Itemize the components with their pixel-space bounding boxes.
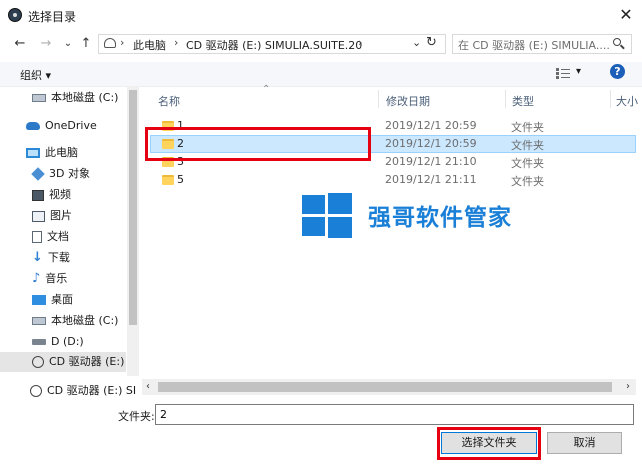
3d-objects-icon	[31, 167, 45, 181]
chevron-right-icon[interactable]: ›	[120, 36, 124, 49]
view-options-icon[interactable]	[556, 68, 570, 79]
sidebar-item-local-disk-c-2[interactable]: 本地磁盘 (C:)	[32, 311, 118, 331]
sort-ascending-icon: ⌃	[262, 84, 271, 95]
command-bar	[0, 62, 642, 87]
file-date: 2019/12/1 20:59	[385, 137, 477, 150]
scroll-left-icon[interactable]: ‹	[146, 381, 150, 392]
sidebar-item-cd-drive[interactable]: CD 驱动器 (E:) S	[0, 352, 126, 372]
close-icon[interactable]: ✕	[616, 5, 636, 25]
column-divider[interactable]	[610, 90, 611, 108]
breadcrumb-cd-drive[interactable]: CD 驱动器 (E:) SIMULIA.SUITE.20	[186, 37, 362, 53]
chevron-right-icon[interactable]: ›	[358, 36, 362, 49]
sidebar-item-this-pc[interactable]: 此电脑	[26, 143, 78, 163]
download-icon: ↓	[32, 250, 43, 265]
sidebar-item-pictures[interactable]: 图片	[32, 206, 72, 226]
cd-drive-icon	[104, 38, 116, 48]
sidebar-item-onedrive[interactable]: OneDrive	[26, 116, 97, 136]
column-header-size[interactable]: 大小	[616, 93, 638, 109]
video-icon	[32, 189, 44, 201]
onedrive-icon	[26, 122, 40, 130]
cancel-button[interactable]: 取消	[547, 432, 622, 454]
column-header-name[interactable]: 名称	[158, 93, 180, 109]
file-name: 5	[177, 173, 184, 186]
folder-icon	[162, 175, 174, 185]
sidebar-item-documents[interactable]: 文档	[32, 227, 69, 247]
breadcrumb-this-pc[interactable]: 此电脑	[133, 37, 166, 53]
up-button[interactable]: ↑	[78, 36, 94, 52]
refresh-icon[interactable]: ↻	[426, 35, 437, 50]
watermark-text: 强哥软件管家	[368, 205, 512, 231]
drive-icon	[32, 317, 46, 325]
column-header-type[interactable]: 类型	[512, 93, 534, 109]
organize-menu[interactable]: 组织 ▾	[20, 67, 51, 83]
sidebar-item-music[interactable]: ♪ 音乐	[32, 269, 67, 289]
sidebar-item-d-drive[interactable]: D (D:)	[32, 332, 84, 352]
app-icon	[8, 8, 22, 22]
file-type: 文件夹	[511, 157, 544, 170]
sidebar-scrollbar-thumb[interactable]	[129, 90, 137, 325]
back-button[interactable]: ←	[12, 36, 28, 52]
scroll-right-icon[interactable]: ›	[626, 381, 630, 392]
desktop-icon	[32, 295, 46, 305]
file-type: 文件夹	[511, 121, 544, 134]
cd-drive-icon	[30, 385, 42, 397]
title-bar	[0, 0, 642, 30]
recent-locations-button[interactable]: ⌄	[60, 36, 76, 52]
file-date: 2019/12/1 20:59	[385, 119, 477, 132]
sidebar-item-videos[interactable]: 视频	[32, 185, 71, 205]
forward-button[interactable]: →	[38, 36, 54, 52]
window-title: 选择目录	[28, 10, 77, 24]
sidebar-item-3d-objects[interactable]: 3D 对象	[31, 164, 90, 184]
file-date: 2019/12/1 21:10	[385, 155, 477, 168]
drive-icon	[32, 94, 46, 102]
folder-name-input[interactable]	[155, 404, 634, 425]
column-divider[interactable]	[378, 90, 379, 108]
pictures-icon	[32, 210, 45, 222]
search-icon[interactable]	[613, 38, 621, 46]
sidebar-item-downloads[interactable]: ↓ 下载	[32, 248, 70, 268]
music-icon: ♪	[32, 271, 41, 286]
horizontal-scrollbar-thumb[interactable]	[158, 382, 612, 392]
file-type: 文件夹	[511, 139, 544, 152]
folder-label: 文件夹:	[118, 410, 155, 423]
sidebar-item-cd-drive-bottom[interactable]: CD 驱动器 (E:) SI	[30, 382, 136, 398]
chevron-down-icon[interactable]: ⌄	[412, 36, 421, 49]
file-date: 2019/12/1 21:11	[385, 173, 477, 186]
file-type: 文件夹	[511, 175, 544, 188]
column-header-date[interactable]: 修改日期	[386, 93, 430, 109]
help-icon[interactable]: ?	[610, 64, 625, 79]
windows-logo-watermark	[302, 193, 352, 238]
search-input[interactable]: 在 CD 驱动器 (E:) SIMULIA....	[458, 37, 610, 53]
annotation-highlight-folder	[145, 127, 371, 161]
column-divider[interactable]	[505, 90, 506, 108]
view-dropdown-icon[interactable]: ▾	[576, 66, 581, 77]
drive-icon	[32, 339, 46, 345]
cd-drive-icon	[32, 356, 44, 368]
pc-icon	[26, 148, 40, 158]
chevron-right-icon[interactable]: ›	[174, 36, 178, 49]
sidebar-item-local-disk-c[interactable]: 本地磁盘 (C:)	[32, 88, 118, 108]
annotation-highlight-button	[437, 427, 541, 460]
documents-icon	[32, 231, 42, 243]
sidebar-item-desktop[interactable]: 桌面	[32, 290, 73, 310]
